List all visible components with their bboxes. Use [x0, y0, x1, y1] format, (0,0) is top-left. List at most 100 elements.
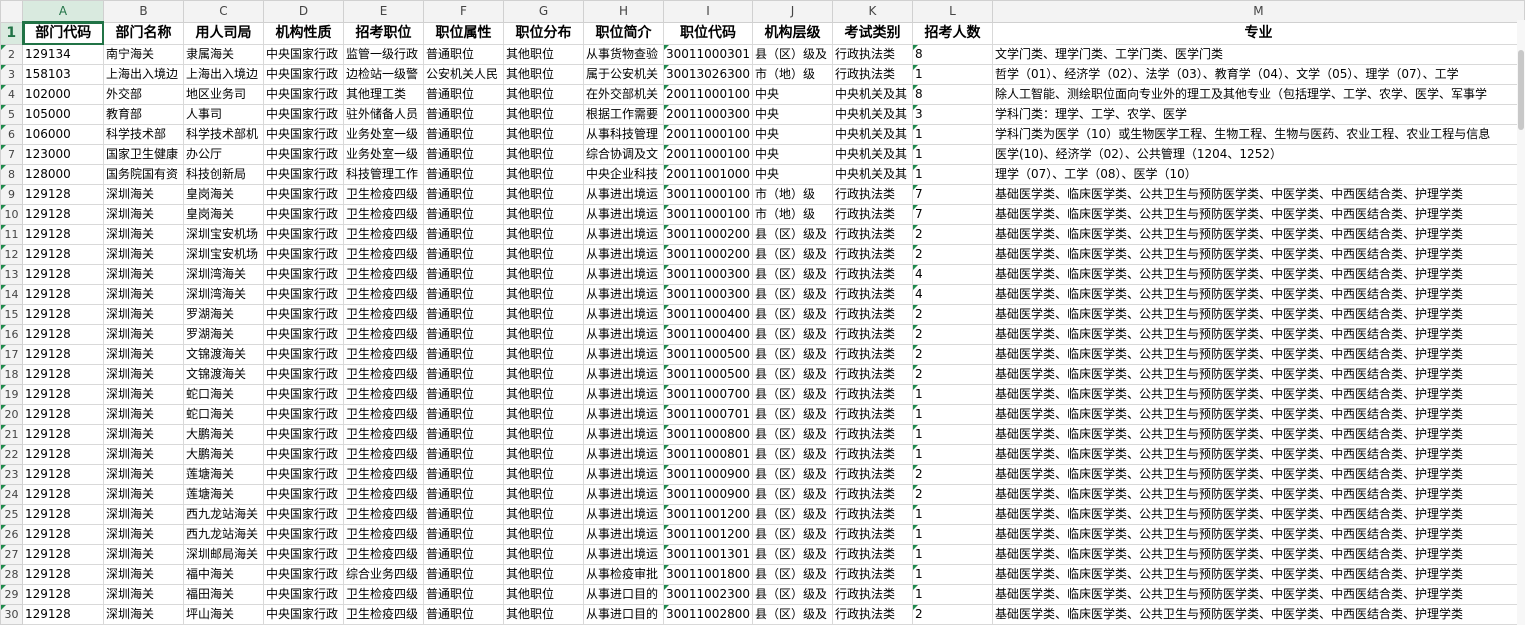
cell[interactable]: 卫生检疫四级: [343, 504, 424, 525]
cell[interactable]: 县（区）级及: [751, 384, 833, 405]
cell[interactable]: 普通职位: [423, 164, 504, 185]
cell[interactable]: 业务处室一级: [343, 144, 424, 165]
cell[interactable]: 其他职位: [503, 204, 584, 225]
cell[interactable]: 县（区）级及: [751, 544, 833, 565]
cell[interactable]: 深圳海关: [103, 444, 184, 465]
cell[interactable]: 隶属海关: [183, 44, 264, 65]
cell[interactable]: 行政执法类: [831, 424, 913, 445]
cell[interactable]: 中央国家行政: [263, 124, 344, 145]
cell[interactable]: 129128: [22, 244, 104, 265]
cell[interactable]: 深圳海关: [103, 564, 184, 585]
cell[interactable]: 哲学（01）、经济学（02）、法学（03）、教育学（04）、文学（05）、理学（…: [991, 64, 1525, 85]
cell[interactable]: 20011000100: [663, 84, 753, 105]
cell[interactable]: 县（区）级及: [751, 404, 833, 425]
cell[interactable]: 20011000100: [663, 124, 753, 145]
cell[interactable]: 30011000900: [663, 464, 753, 485]
cell[interactable]: 普通职位: [423, 384, 504, 405]
cell[interactable]: 中央国家行政: [263, 104, 344, 125]
cell[interactable]: 中央机关及其: [831, 144, 913, 165]
cell[interactable]: 普通职位: [423, 544, 504, 565]
cell[interactable]: 在外交部机关: [583, 84, 664, 105]
row-number[interactable]: 22: [0, 444, 23, 465]
cell[interactable]: 8: [911, 44, 993, 65]
cell[interactable]: 深圳海关: [103, 404, 184, 425]
column-title-cell[interactable]: 机构层级: [751, 21, 833, 45]
cell[interactable]: 行政执法类: [831, 484, 913, 505]
cell[interactable]: 教育部: [103, 104, 184, 125]
cell[interactable]: 中央国家行政: [263, 224, 344, 245]
cell[interactable]: 其他职位: [503, 584, 584, 605]
row-number[interactable]: 4: [0, 84, 23, 105]
cell[interactable]: 其他职位: [503, 184, 584, 205]
cell[interactable]: 蛇口海关: [183, 404, 264, 425]
column-title-cell[interactable]: 机构性质: [263, 21, 344, 45]
cell[interactable]: 其他职位: [503, 284, 584, 305]
cell[interactable]: 其他职位: [503, 404, 584, 425]
cell[interactable]: 县（区）级及: [751, 504, 833, 525]
cell[interactable]: 普通职位: [423, 564, 504, 585]
cell[interactable]: 普通职位: [423, 84, 504, 105]
cell[interactable]: 中央国家行政: [263, 84, 344, 105]
cell[interactable]: 30011000700: [663, 384, 753, 405]
cell[interactable]: 普通职位: [423, 184, 504, 205]
cell[interactable]: 1: [911, 64, 993, 85]
cell[interactable]: 2: [911, 364, 993, 385]
cell[interactable]: 基础医学类、临床医学类、公共卫生与预防医学类、中医学类、中西医结合类、护理学类: [991, 284, 1525, 305]
cell[interactable]: 30013026300: [663, 64, 753, 85]
cell[interactable]: 中央国家行政: [263, 304, 344, 325]
cell[interactable]: 普通职位: [423, 204, 504, 225]
cell[interactable]: 普通职位: [423, 524, 504, 545]
cell[interactable]: 20011001000: [663, 164, 753, 185]
row-number[interactable]: 6: [0, 124, 23, 145]
cell[interactable]: 2: [911, 304, 993, 325]
cell[interactable]: 从事进出境运: [583, 524, 664, 545]
cell[interactable]: 深圳邮局海关: [183, 544, 264, 565]
cell[interactable]: 从事检疫审批: [583, 564, 664, 585]
cell[interactable]: 南宁海关: [103, 44, 184, 65]
cell[interactable]: 30011000300: [663, 264, 753, 285]
cell[interactable]: 普通职位: [423, 604, 504, 625]
cell[interactable]: 福田海关: [183, 584, 264, 605]
row-number[interactable]: 29: [0, 584, 23, 605]
cell[interactable]: 其他职位: [503, 304, 584, 325]
row-number[interactable]: 26: [0, 524, 23, 545]
cell[interactable]: 文锦渡海关: [183, 364, 264, 385]
cell[interactable]: 普通职位: [423, 124, 504, 145]
cell[interactable]: 深圳海关: [103, 324, 184, 345]
cell[interactable]: 30011000801: [663, 444, 753, 465]
cell[interactable]: 行政执法类: [831, 564, 913, 585]
cell[interactable]: 其他职位: [503, 124, 584, 145]
cell[interactable]: 其他理工类: [343, 84, 424, 105]
cell[interactable]: 蛇口海关: [183, 384, 264, 405]
cell[interactable]: 从事进出境运: [583, 264, 664, 285]
column-header-i[interactable]: I: [663, 0, 753, 23]
column-header-m[interactable]: M: [991, 0, 1525, 23]
cell[interactable]: 深圳海关: [103, 484, 184, 505]
cell[interactable]: 从事科技管理: [583, 124, 664, 145]
cell[interactable]: 卫生检疫四级: [343, 544, 424, 565]
cell[interactable]: 129128: [22, 584, 104, 605]
cell[interactable]: 行政执法类: [831, 204, 913, 225]
cell[interactable]: 深圳海关: [103, 504, 184, 525]
cell[interactable]: 其他职位: [503, 524, 584, 545]
cell[interactable]: 西九龙站海关: [183, 504, 264, 525]
cell[interactable]: 福中海关: [183, 564, 264, 585]
cell[interactable]: 其他职位: [503, 424, 584, 445]
cell[interactable]: 大鹏海关: [183, 444, 264, 465]
cell[interactable]: 普通职位: [423, 224, 504, 245]
cell[interactable]: 中央国家行政: [263, 204, 344, 225]
cell[interactable]: 129128: [22, 424, 104, 445]
cell[interactable]: 129128: [22, 604, 104, 625]
cell[interactable]: 行政执法类: [831, 404, 913, 425]
cell[interactable]: 129128: [22, 364, 104, 385]
spreadsheet[interactable]: ABCDEFGHIJKLM 1 部门代码 部门名称 用人司局 机构性质 招考职位 职位属性职…: [0, 0, 1525, 625]
column-title-cell[interactable]: 部门名称: [103, 21, 184, 45]
cell[interactable]: 县（区）级及: [751, 324, 833, 345]
cell[interactable]: 1: [911, 384, 993, 405]
cell[interactable]: 中央国家行政: [263, 584, 344, 605]
cell[interactable]: 县（区）级及: [751, 224, 833, 245]
cell[interactable]: 中央国家行政: [263, 464, 344, 485]
row-number[interactable]: 19: [0, 384, 23, 405]
cell[interactable]: 30011000900: [663, 484, 753, 505]
column-title-cell[interactable]: 专业: [991, 21, 1525, 45]
